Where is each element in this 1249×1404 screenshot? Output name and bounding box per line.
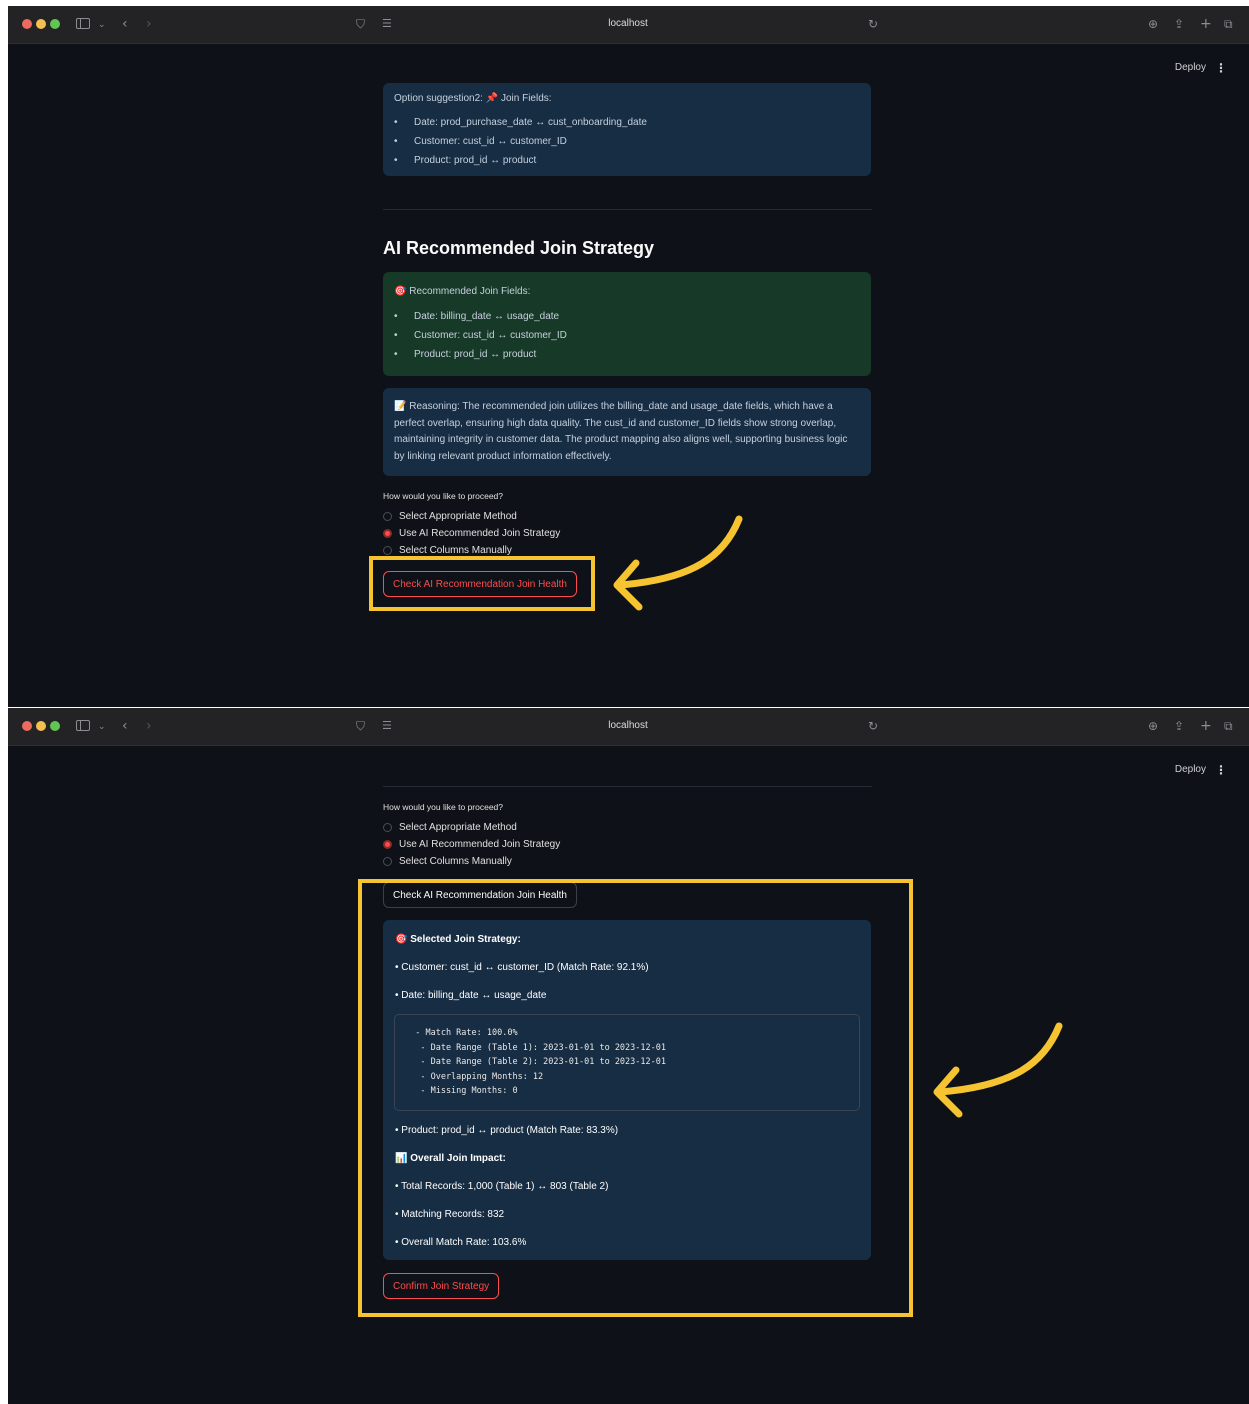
maximize-window-button[interactable] (50, 19, 60, 29)
radio-selected-icon[interactable] (383, 839, 392, 849)
list-item: Customer: cust_id ↔ customer_ID (383, 132, 860, 151)
page-heading: AI Recommended Join Strategy (383, 238, 655, 258)
section-divider (383, 786, 872, 787)
arrow-annotation-icon (933, 1022, 1063, 1118)
list-item: Customer: cust_id ↔ customer_ID (383, 326, 860, 345)
recommended-fields-title: 🎯 Recommended Join Fields: (394, 286, 531, 297)
deploy-button[interactable]: Deploy (1175, 764, 1206, 775)
browser-titlebar: ⌄ ‹ › ⛉ ☰ localhost ↻ ⊕ ⇪ + ⧉ (8, 6, 1249, 44)
reasoning-box: 📝 Reasoning: The recommended join utiliz… (383, 388, 871, 476)
sidebar-icon[interactable] (76, 720, 90, 731)
url-bar[interactable]: localhost (568, 718, 688, 734)
chevron-down-icon[interactable]: ⌄ (98, 717, 106, 737)
url-bar[interactable]: localhost (568, 16, 688, 32)
close-window-button[interactable] (22, 19, 32, 29)
proceed-question: How would you like to proceed? (383, 491, 504, 501)
radio-unselected-icon[interactable] (383, 511, 392, 521)
radio-unselected-icon[interactable] (383, 822, 392, 832)
browser-titlebar: ⌄ ‹ › ⛉ ☰ localhost ↻ ⊕ ⇪ + ⧉ (8, 708, 1249, 746)
radio-label: Select Appropriate Method (399, 510, 517, 522)
list-item: Date: billing_date ↔ usage_date (383, 307, 860, 326)
back-icon[interactable]: ‹ (122, 14, 128, 34)
sidebar-icon[interactable] (76, 18, 90, 29)
radio-label: Select Appropriate Method (399, 821, 517, 833)
radio-unselected-icon[interactable] (383, 545, 392, 555)
reload-icon[interactable]: ↻ (868, 716, 878, 736)
reader-icon[interactable]: ☰ (382, 14, 392, 34)
option-suggestion-box: Option suggestion2: 📌 Join Fields: Date:… (383, 83, 871, 176)
radio-label: Select Columns Manually (399, 544, 512, 556)
browser-window-2: ⌄ ‹ › ⛉ ☰ localhost ↻ ⊕ ⇪ + ⧉ Deploy ⋮ H… (8, 708, 1249, 1404)
download-icon[interactable]: ⊕ (1148, 14, 1158, 34)
option-suggestion-title: Option suggestion2: 📌 Join Fields: (394, 93, 552, 104)
recommended-fields-box: 🎯 Recommended Join Fields: Date: billing… (383, 272, 871, 376)
main-menu-icon[interactable]: ⋮ (1215, 61, 1227, 75)
reasoning-text: 📝 Reasoning: The recommended join utiliz… (394, 401, 848, 462)
minimize-window-button[interactable] (36, 721, 46, 731)
reload-icon[interactable]: ↻ (868, 14, 878, 34)
back-icon[interactable]: ‹ (122, 716, 128, 736)
share-icon[interactable]: ⇪ (1174, 14, 1184, 34)
forward-icon[interactable]: › (146, 14, 152, 34)
download-icon[interactable]: ⊕ (1148, 716, 1158, 736)
main-menu-icon[interactable]: ⋮ (1215, 763, 1227, 777)
minimize-window-button[interactable] (36, 19, 46, 29)
radio-selected-icon[interactable] (383, 528, 392, 538)
radio-label: Select Columns Manually (399, 855, 512, 867)
close-window-button[interactable] (22, 721, 32, 731)
browser-window-1: ⌄ ‹ › ⛉ ☰ localhost ↻ ⊕ ⇪ + ⧉ Deploy ⋮ O… (8, 6, 1249, 707)
reader-icon[interactable]: ☰ (382, 716, 392, 736)
highlight-box (369, 556, 595, 611)
radio-label: Use AI Recommended Join Strategy (399, 838, 561, 850)
shield-icon: ⛉ (356, 17, 366, 31)
proceed-question: How would you like to proceed? (383, 802, 504, 812)
radio-option-ai-strategy[interactable]: Use AI Recommended Join Strategy (383, 525, 560, 541)
section-divider (383, 209, 872, 210)
recommended-fields-list: Date: billing_date ↔ usage_date Customer… (383, 307, 860, 364)
share-icon[interactable]: ⇪ (1174, 716, 1184, 736)
radio-unselected-icon[interactable] (383, 856, 392, 866)
shield-icon: ⛉ (356, 719, 366, 733)
new-tab-icon[interactable]: + (1200, 716, 1212, 736)
list-item: Product: prod_id ↔ product (383, 345, 860, 364)
deploy-button[interactable]: Deploy (1175, 62, 1206, 73)
radio-label: Use AI Recommended Join Strategy (399, 527, 561, 539)
forward-icon[interactable]: › (146, 716, 152, 736)
chevron-down-icon[interactable]: ⌄ (98, 15, 106, 35)
arrow-annotation-icon (613, 515, 743, 611)
radio-option-manual[interactable]: Select Columns Manually (383, 853, 512, 869)
radio-option-ai-strategy[interactable]: Use AI Recommended Join Strategy (383, 836, 560, 852)
tabs-icon[interactable]: ⧉ (1224, 14, 1233, 34)
maximize-window-button[interactable] (50, 721, 60, 731)
radio-option-select-method[interactable]: Select Appropriate Method (383, 508, 517, 524)
list-item: Date: prod_purchase_date ↔ cust_onboardi… (383, 113, 860, 132)
option-suggestion-list: Date: prod_purchase_date ↔ cust_onboardi… (383, 113, 860, 170)
radio-option-select-method[interactable]: Select Appropriate Method (383, 819, 517, 835)
highlight-box (358, 879, 913, 1317)
list-item: Product: prod_id ↔ product (383, 151, 860, 170)
new-tab-icon[interactable]: + (1200, 14, 1212, 34)
tabs-icon[interactable]: ⧉ (1224, 716, 1233, 736)
